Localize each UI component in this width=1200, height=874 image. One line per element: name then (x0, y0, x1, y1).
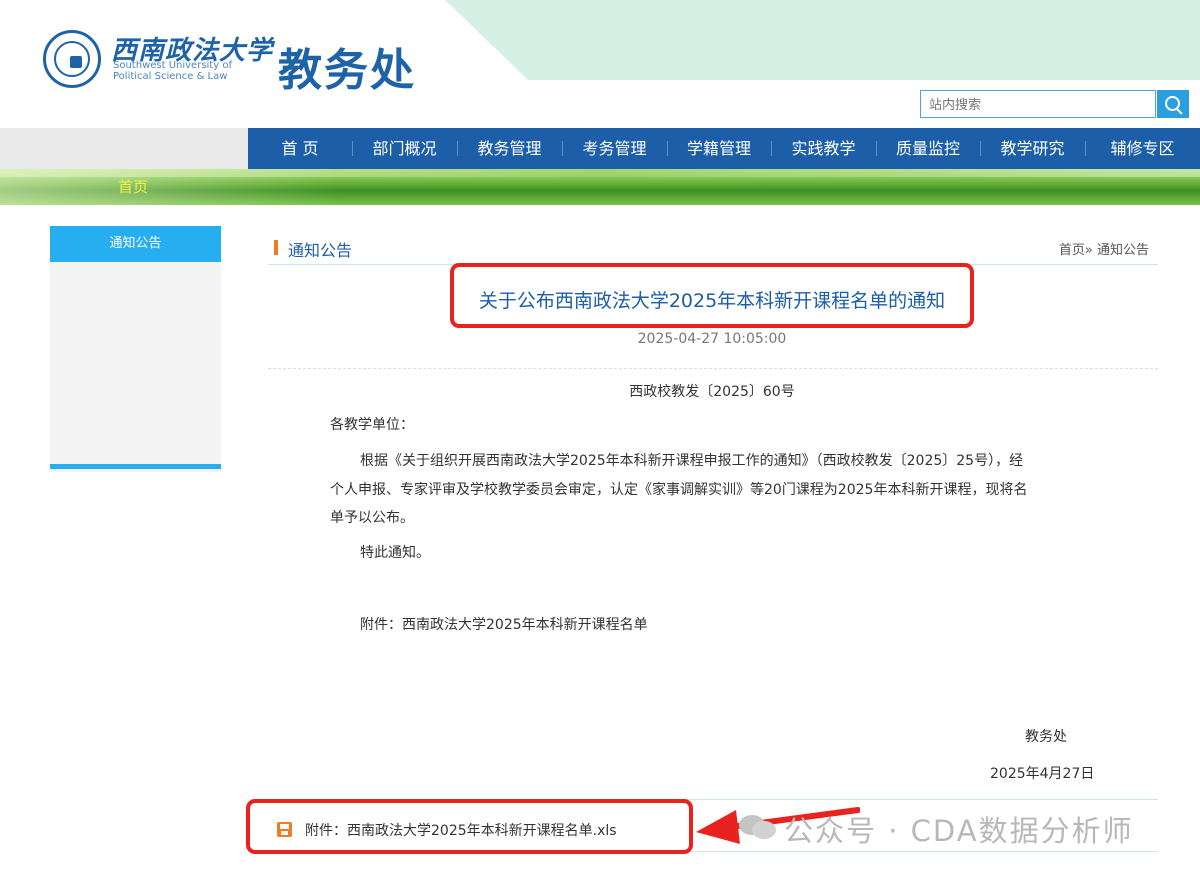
sidebar-item-notices[interactable]: 通知公告 (50, 226, 221, 262)
nav-item-research[interactable]: 教学研究 (980, 128, 1085, 169)
university-emblem-icon[interactable] (43, 30, 101, 88)
notice-closing: 特此通知。 (360, 545, 430, 561)
department-title: 教务处 (278, 45, 416, 96)
banner-image (0, 169, 1200, 205)
article-title: 关于公布西南政法大学2025年本科新开课程名单的通知 (478, 290, 946, 312)
nav-left-strip (0, 128, 248, 169)
body-line-1: 根据《关于组织开展西南政法大学2025年本科新开课程申报工作的通知》（西政校教发… (360, 453, 1024, 469)
main-nav: 首 页 部门概况 教务管理 考务管理 学籍管理 实践教学 质量监控 教学研究 辅… (248, 128, 1200, 169)
wechat-icon (739, 815, 776, 839)
header-decoration (445, 0, 1200, 80)
salutation: 各教学单位： (330, 417, 414, 433)
nav-item-registry[interactable]: 学籍管理 (667, 128, 771, 169)
signature-date: 2025年4月27日 (990, 766, 1095, 782)
body-line-3: 单予以公布。 (330, 510, 414, 526)
file-icon (277, 822, 292, 837)
university-logo-english: Southwest University of Political Scienc… (113, 60, 232, 82)
watermark-text: 公众号 · CDA数据分析师 (784, 814, 1134, 848)
document-number: 西政校教发〔2025〕60号 (629, 384, 795, 400)
body-line-2: 个人申报、专家评审及学校教学委员会审定，认定《家事调解实训》等20门课程为202… (330, 482, 1028, 498)
article-timestamp: 2025-04-27 10:05:00 (637, 331, 787, 347)
nav-item-exam-admin[interactable]: 考务管理 (562, 128, 667, 169)
sidebar (50, 226, 221, 472)
nav-item-home[interactable]: 首 页 (248, 128, 352, 169)
signature-dept: 教务处 (1025, 729, 1067, 745)
nav-item-about[interactable]: 部门概况 (352, 128, 457, 169)
attachment-note: 附件：西南政法大学2025年本科新开课程名单 (360, 617, 648, 633)
nav-item-practice[interactable]: 实践教学 (771, 128, 876, 169)
search-input[interactable] (920, 90, 1156, 118)
section-title: 通知公告 (288, 241, 353, 260)
banner-home-link[interactable]: 首页 (118, 176, 148, 197)
search-button[interactable] (1157, 90, 1189, 118)
section-marker (274, 240, 278, 255)
nav-item-minor[interactable]: 辅修专区 (1085, 128, 1200, 169)
attachment-link[interactable]: 附件：西南政法大学2025年本科新开课程名单.xls (305, 820, 617, 840)
sidebar-bottom-bar (50, 464, 221, 469)
breadcrumb[interactable]: 首页» 通知公告 (1059, 239, 1149, 258)
nav-item-teaching-admin[interactable]: 教务管理 (457, 128, 562, 169)
nav-item-quality[interactable]: 质量监控 (876, 128, 980, 169)
article-divider (268, 368, 1158, 369)
